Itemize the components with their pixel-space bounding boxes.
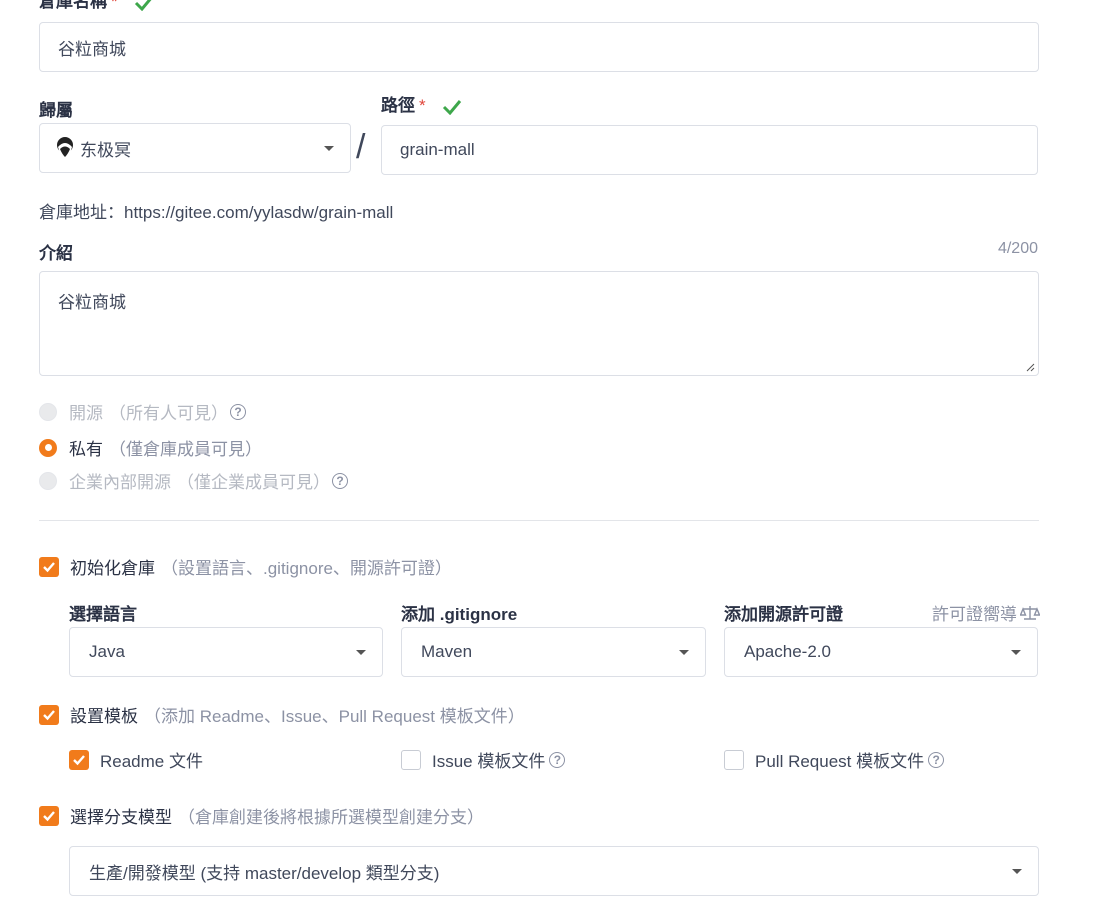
resize-handle-icon[interactable] bbox=[1025, 362, 1035, 372]
repo-name-value: 谷粒商城 bbox=[58, 39, 126, 59]
owner-avatar-icon bbox=[57, 137, 73, 159]
radio-icon[interactable] bbox=[39, 471, 57, 490]
checkbox-checked-icon[interactable] bbox=[39, 704, 59, 725]
checkbox-unchecked-icon[interactable] bbox=[401, 749, 421, 770]
license-value: Apache-2.0 bbox=[744, 642, 831, 661]
init-repo-hint: （設置語言、.gitignore、開源許可證） bbox=[161, 559, 452, 578]
visibility-option-private[interactable]: 私有 （僅倉庫成員可見） bbox=[39, 435, 262, 460]
readme-label: Readme 文件 bbox=[100, 752, 203, 771]
repo-address: 倉庫地址：https://gitee.com/yylasdw/grain-mal… bbox=[39, 203, 394, 222]
pr-label: Pull Request 模板文件 bbox=[755, 752, 925, 771]
branch-label: 選擇分支模型 bbox=[70, 808, 172, 827]
branch-model-value: 生產/開發模型 (支持 master/develop 類型分支) bbox=[89, 863, 440, 883]
check-icon bbox=[135, 0, 152, 11]
path-label-text: 路徑 bbox=[381, 96, 415, 115]
required-mark: * bbox=[419, 96, 426, 115]
repo-name-label-text: 倉庫名稱 bbox=[39, 0, 107, 11]
template-label: 設置模板 bbox=[70, 707, 138, 726]
checkbox-checked-icon[interactable] bbox=[69, 749, 89, 770]
intro-value: 谷粒商城 bbox=[58, 293, 126, 312]
divider bbox=[39, 520, 1039, 521]
check-icon bbox=[443, 99, 462, 115]
readme-checkbox[interactable]: Readme 文件 bbox=[69, 747, 203, 772]
language-label: 選擇語言 bbox=[69, 605, 137, 624]
branch-model-select[interactable]: 生產/開發模型 (支持 master/develop 類型分支) bbox=[69, 846, 1039, 896]
radio-icon[interactable] bbox=[39, 402, 57, 421]
visibility-hint: （僅倉庫成員可見） bbox=[109, 440, 262, 459]
license-guide-text: 許可證嚮導 bbox=[932, 605, 1017, 624]
chevron-down-icon bbox=[1011, 650, 1021, 655]
template-checkbox[interactable]: 設置模板 （添加 Readme、Issue、Pull Request 模板文件） bbox=[39, 702, 525, 727]
gitignore-value: Maven bbox=[421, 642, 473, 661]
help-icon[interactable]: ? bbox=[928, 751, 945, 768]
visibility-hint: （所有人可見） bbox=[109, 404, 228, 423]
license-select[interactable]: Apache-2.0 bbox=[724, 627, 1038, 677]
required-mark: * bbox=[111, 0, 118, 11]
pr-checkbox[interactable]: Pull Request 模板文件 ? bbox=[724, 747, 945, 772]
repo-name-input[interactable]: 谷粒商城 bbox=[39, 22, 1039, 72]
intro-label: 介紹 bbox=[39, 244, 73, 263]
visibility-option-enterprise[interactable]: 企業內部開源 （僅企業成員可見） ? bbox=[39, 468, 348, 493]
branch-hint: （倉庫創建後將根據所選模型創建分支） bbox=[178, 808, 484, 827]
init-repo-checkbox[interactable]: 初始化倉庫 （設置語言、.gitignore、開源許可證） bbox=[39, 554, 452, 579]
issue-checkbox[interactable]: Issue 模板文件 ? bbox=[401, 747, 566, 772]
owner-value: 东极冥 bbox=[80, 140, 131, 160]
path-separator: / bbox=[356, 128, 366, 166]
language-value: Java bbox=[89, 642, 125, 661]
language-select[interactable]: Java bbox=[69, 627, 383, 677]
radio-icon[interactable] bbox=[39, 438, 57, 457]
checkbox-checked-icon[interactable] bbox=[39, 556, 59, 577]
chevron-down-icon bbox=[679, 650, 689, 655]
chevron-down-icon bbox=[324, 146, 334, 151]
license-guide-link[interactable]: 許可證嚮導 bbox=[932, 600, 1040, 625]
branch-checkbox[interactable]: 選擇分支模型 （倉庫創建後將根據所選模型創建分支） bbox=[39, 803, 484, 828]
template-hint: （添加 Readme、Issue、Pull Request 模板文件） bbox=[144, 707, 525, 726]
owner-select[interactable]: 东极冥 bbox=[39, 123, 351, 173]
visibility-label: 開源 bbox=[69, 404, 103, 423]
issue-label: Issue 模板文件 bbox=[432, 752, 546, 771]
intro-counter: 4/200 bbox=[997, 240, 1038, 257]
intro-textarea[interactable]: 谷粒商城 bbox=[39, 271, 1039, 376]
repo-name-label: 倉庫名稱 * bbox=[39, 0, 154, 12]
help-icon[interactable]: ? bbox=[332, 472, 348, 489]
gitignore-label: 添加 .gitignore bbox=[401, 605, 518, 624]
chevron-down-icon bbox=[356, 650, 366, 655]
help-icon[interactable]: ? bbox=[230, 403, 246, 420]
checkbox-checked-icon[interactable] bbox=[39, 805, 59, 826]
license-label: 添加開源許可證 bbox=[724, 605, 843, 624]
help-icon[interactable]: ? bbox=[549, 751, 566, 768]
owner-label: 歸屬 bbox=[39, 101, 73, 120]
gitignore-select[interactable]: Maven bbox=[401, 627, 706, 677]
visibility-hint: （僅企業成員可見） bbox=[177, 473, 330, 492]
visibility-option-public[interactable]: 開源 （所有人可見） ? bbox=[39, 399, 246, 424]
visibility-label: 私有 bbox=[69, 440, 103, 459]
chevron-down-icon bbox=[1012, 869, 1022, 874]
visibility-label: 企業內部開源 bbox=[69, 473, 171, 492]
path-label: 路徑 * bbox=[381, 96, 462, 116]
path-input[interactable]: grain-mall bbox=[381, 125, 1038, 175]
path-value: grain-mall bbox=[400, 140, 475, 159]
scale-icon bbox=[1020, 605, 1040, 620]
init-repo-label: 初始化倉庫 bbox=[70, 559, 155, 578]
checkbox-unchecked-icon[interactable] bbox=[724, 749, 744, 770]
